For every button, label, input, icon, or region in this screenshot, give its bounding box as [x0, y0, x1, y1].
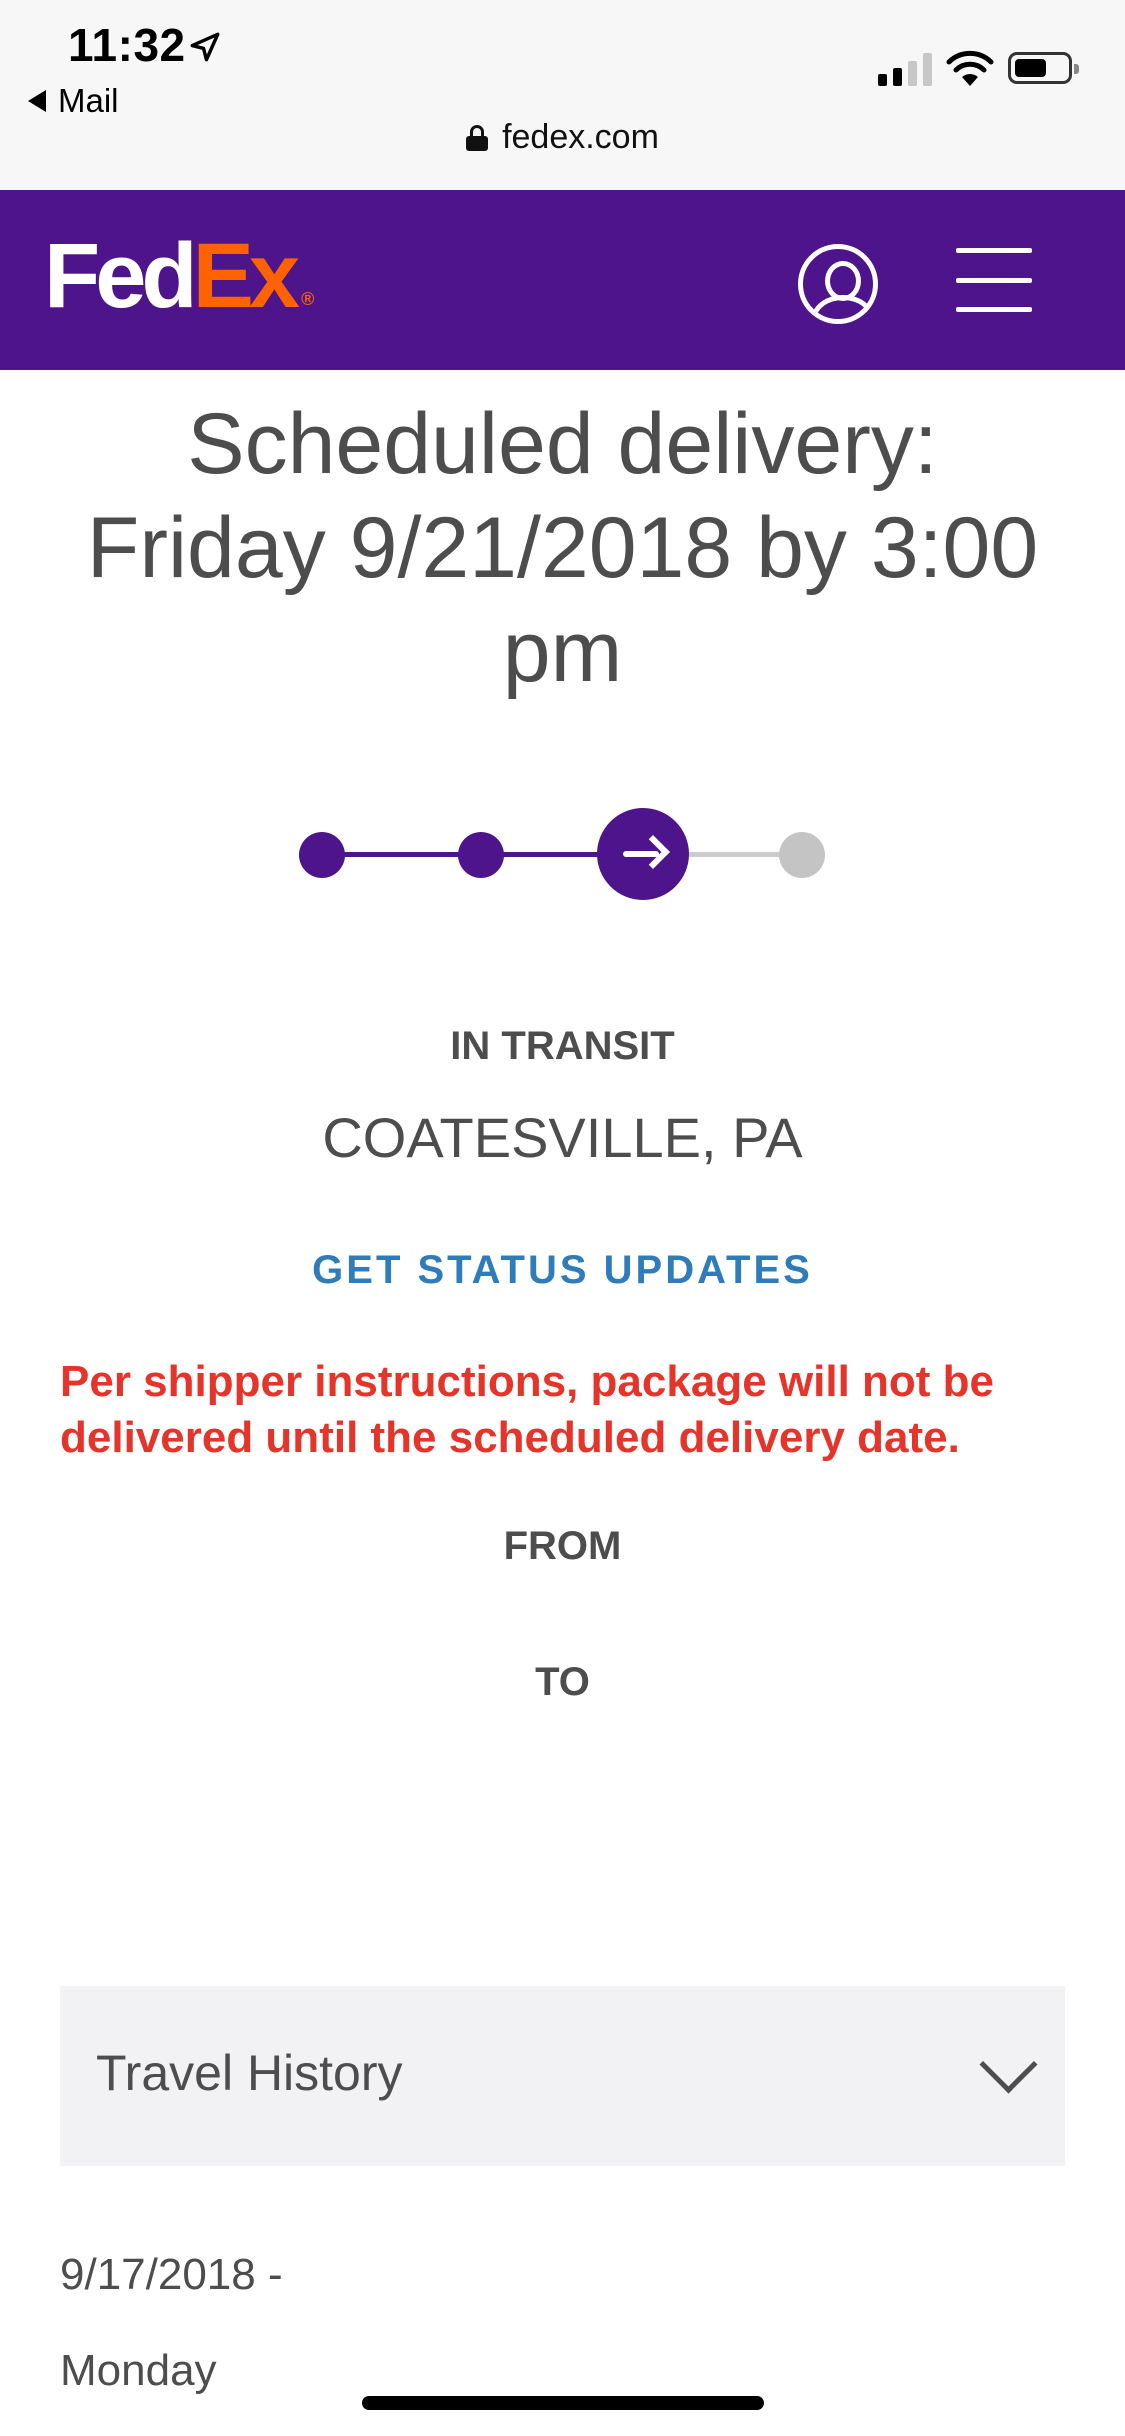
travel-history-toggle[interactable]: Travel History — [60, 1986, 1065, 2166]
back-label: Mail — [58, 82, 119, 119]
lock-icon — [466, 124, 489, 151]
home-indicator[interactable] — [362, 2396, 764, 2410]
history-day: Monday — [60, 2346, 217, 2395]
scheduled-delivery-heading: Scheduled delivery: Friday 9/21/2018 by … — [40, 392, 1085, 704]
scheduled-delivery-label: Scheduled delivery: — [187, 396, 938, 492]
back-triangle-icon — [28, 90, 46, 112]
back-to-mail-button[interactable]: Mail — [28, 82, 119, 120]
ios-status-bar: 11:32 Mail fedex.com — [0, 0, 1125, 190]
scheduled-delivery-date: Friday 9/21/2018 by 3:00 pm — [86, 500, 1039, 700]
to-label: TO — [535, 1660, 590, 1704]
battery-icon — [1008, 52, 1079, 84]
wifi-icon — [946, 50, 994, 86]
history-date: 9/17/2018 - — [60, 2250, 283, 2299]
progress-step-delivered — [779, 832, 825, 878]
progress-step-shipped — [458, 832, 504, 878]
address-bar[interactable]: fedex.com — [0, 118, 1125, 157]
get-status-updates-link[interactable]: GET STATUS UPDATES — [0, 1248, 1125, 1293]
status-time: 11:32 — [68, 19, 186, 71]
chevron-down-icon — [979, 2035, 1038, 2094]
progress-step-picked-up — [299, 832, 345, 878]
menu-icon[interactable] — [956, 248, 1032, 312]
site-header: FedEx ® — [0, 190, 1125, 370]
progress-step-in-transit — [597, 808, 689, 900]
from-label: FROM — [503, 1524, 622, 1568]
location-arrow-icon — [190, 32, 220, 62]
cellular-signal-icon — [878, 52, 932, 86]
shipment-progress-tracker — [0, 800, 1125, 910]
shipment-location: COATESVILLE, PA — [322, 1106, 803, 1169]
shipper-instruction-notice: Per shipper instructions, package will n… — [60, 1357, 994, 1462]
fedex-logo[interactable]: FedEx ® — [44, 230, 314, 322]
shipment-status: IN TRANSIT — [450, 1024, 675, 1068]
travel-history-label: Travel History — [96, 2045, 403, 2101]
account-icon[interactable] — [798, 244, 878, 324]
url-text: fedex.com — [502, 118, 659, 156]
